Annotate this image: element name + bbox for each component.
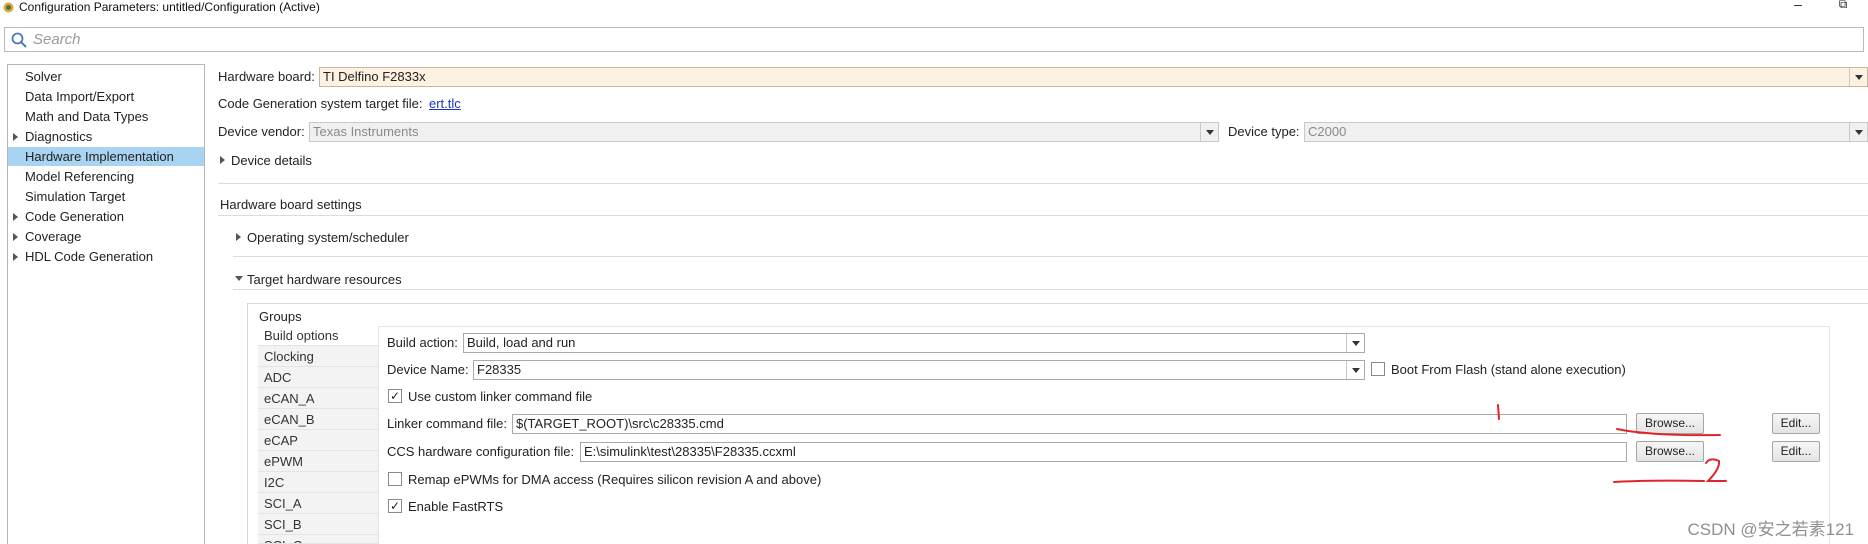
tree-item-code-generation[interactable]: Code Generation: [8, 207, 204, 226]
tree-item-coverage[interactable]: Coverage: [8, 227, 204, 246]
tree-item-simulation-target[interactable]: Simulation Target: [8, 187, 204, 206]
group-item-ecan-a[interactable]: eCAN_A: [258, 389, 378, 409]
expand-arrow-icon[interactable]: [13, 233, 18, 241]
hardware-board-label: Hardware board:: [218, 69, 315, 84]
hardware-board-value: TI Delfino F2833x: [323, 69, 426, 84]
group-item-ecan-b[interactable]: eCAN_B: [258, 410, 378, 430]
restore-button[interactable]: ⧉: [1833, 0, 1853, 13]
tree-item-hardware-implementation[interactable]: Hardware Implementation: [8, 147, 204, 166]
groups-list: Build options Clocking ADC eCAN_A eCAN_B…: [258, 326, 378, 544]
group-item-build-options[interactable]: Build options: [258, 326, 378, 346]
group-item-ecap[interactable]: eCAP: [258, 431, 378, 451]
chevron-down-icon: [1200, 123, 1218, 141]
build-action-value: Build, load and run: [467, 335, 576, 350]
linker-file-input[interactable]: $(TARGET_ROOT)\src\c28335.cmd: [512, 414, 1627, 434]
tree-item-data-import-export[interactable]: Data Import/Export: [8, 87, 204, 106]
tree-item-label: Solver: [25, 69, 62, 84]
group-item-sci-b[interactable]: SCI_B: [258, 515, 378, 535]
tree-item-label: Model Referencing: [25, 169, 135, 184]
codegen-target-link[interactable]: ert.tlc: [429, 96, 461, 112]
chevron-down-icon[interactable]: [1346, 334, 1364, 352]
tree-item-label: Simulation Target: [25, 189, 126, 204]
ccs-edit-button[interactable]: Edit...: [1772, 441, 1820, 462]
group-item-sci-c[interactable]: SCI_C: [258, 536, 378, 544]
tree-item-label: Code Generation: [25, 209, 125, 224]
groups-title: Groups: [259, 309, 302, 324]
tree-item-model-referencing[interactable]: Model Referencing: [8, 167, 204, 186]
category-tree: Solver Data Import/Export Math and Data …: [7, 64, 205, 544]
build-action-label: Build action:: [387, 335, 458, 350]
search-bar[interactable]: [4, 27, 1864, 52]
watermark: CSDN @安之若素121: [1687, 520, 1854, 539]
red-annotation-marks: [1497, 404, 1727, 483]
device-name-label: Device Name:: [387, 362, 469, 377]
codegen-target-label: Code Generation system target file:: [218, 96, 423, 111]
tree-item-label: Data Import/Export: [25, 89, 135, 104]
search-icon: [11, 32, 27, 48]
group-item-adc[interactable]: ADC: [258, 368, 378, 388]
minimize-button[interactable]: –: [1788, 0, 1808, 14]
group-item-sci-a[interactable]: SCI_A: [258, 494, 378, 514]
remap-epwm-checkbox[interactable]: [388, 472, 402, 486]
boot-from-flash-label: Boot From Flash (stand alone execution): [1391, 362, 1626, 377]
chevron-down-icon[interactable]: [1849, 68, 1867, 86]
expand-arrow-icon[interactable]: [220, 156, 225, 164]
divider: [218, 183, 1868, 184]
group-item-epwm[interactable]: ePWM: [258, 452, 378, 472]
remap-epwm-label: Remap ePWMs for DMA access (Requires sil…: [408, 472, 822, 487]
search-input[interactable]: [33, 30, 1833, 49]
target-resources-toggle[interactable]: Target hardware resources: [247, 272, 402, 288]
chevron-down-icon[interactable]: [1346, 361, 1364, 379]
custom-linker-checkbox[interactable]: ✓: [388, 389, 402, 403]
hardware-board-select[interactable]: TI Delfino F2833x: [319, 67, 1868, 87]
divider: [233, 256, 1868, 257]
tree-item-math-data-types[interactable]: Math and Data Types: [8, 107, 204, 126]
ccs-config-input[interactable]: E:\simulink\test\28335\F28335.ccxml: [580, 442, 1627, 462]
device-details-toggle[interactable]: Device details: [231, 153, 312, 169]
expand-arrow-icon[interactable]: [236, 233, 241, 241]
board-settings-heading: Hardware board settings: [220, 197, 362, 212]
group-item-i2c[interactable]: I2C: [258, 473, 378, 493]
custom-linker-label: Use custom linker command file: [408, 389, 593, 404]
device-vendor-label: Device vendor:: [218, 124, 305, 139]
ccs-config-label: CCS hardware configuration file:: [387, 444, 575, 459]
boot-from-flash-checkbox[interactable]: [1371, 362, 1385, 376]
expand-arrow-icon[interactable]: [13, 213, 18, 221]
device-vendor-value: Texas Instruments: [313, 124, 419, 139]
device-type-select: C2000: [1304, 122, 1868, 142]
title-bar: Configuration Parameters: untitled/Confi…: [0, 0, 1868, 16]
os-scheduler-toggle[interactable]: Operating system/scheduler: [247, 230, 409, 246]
device-name-select[interactable]: F28335: [473, 360, 1365, 380]
tree-item-hdl-code-generation[interactable]: HDL Code Generation: [8, 247, 204, 266]
divider: [233, 289, 1868, 290]
tree-item-label: Diagnostics: [25, 129, 93, 144]
device-type-value: C2000: [1308, 124, 1347, 139]
tree-item-solver[interactable]: Solver: [8, 67, 204, 86]
chevron-down-icon: [1849, 123, 1867, 141]
window-title: Configuration Parameters: untitled/Confi…: [19, 0, 320, 14]
device-name-value: F28335: [477, 362, 522, 377]
group-item-clocking[interactable]: Clocking: [258, 347, 378, 367]
fastrts-checkbox[interactable]: ✓: [388, 499, 402, 513]
collapse-arrow-icon[interactable]: [235, 276, 243, 281]
expand-arrow-icon[interactable]: [13, 133, 18, 141]
tree-item-diagnostics[interactable]: Diagnostics: [8, 127, 204, 146]
expand-arrow-icon[interactable]: [13, 253, 18, 261]
linker-file-label: Linker command file:: [387, 416, 507, 431]
device-vendor-select: Texas Instruments: [309, 122, 1219, 142]
tree-item-label: Hardware Implementation: [25, 149, 174, 164]
build-action-select[interactable]: Build, load and run: [463, 333, 1365, 353]
linker-edit-button[interactable]: Edit...: [1772, 413, 1820, 434]
device-type-label: Device type:: [1228, 124, 1300, 139]
simulink-app-icon: [3, 2, 14, 13]
fastrts-label: Enable FastRTS: [408, 499, 504, 514]
tree-item-label: Coverage: [25, 229, 82, 244]
divider: [218, 215, 1868, 216]
tree-item-label: HDL Code Generation: [25, 249, 154, 264]
tree-item-label: Math and Data Types: [25, 109, 149, 124]
